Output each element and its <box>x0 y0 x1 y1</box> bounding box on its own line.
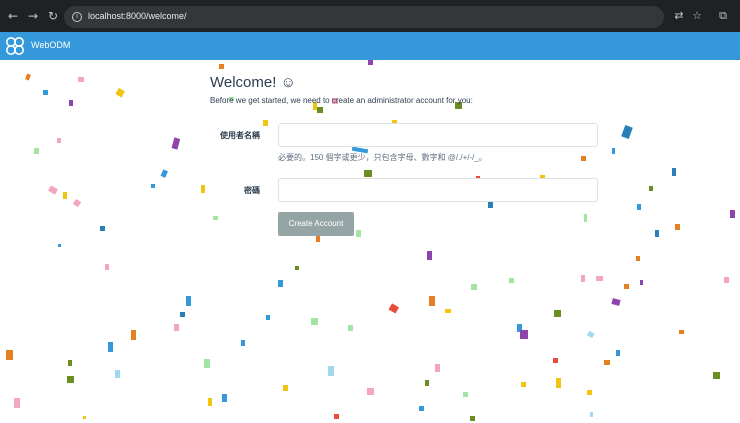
username-help-text: 必要的。150 個字或更少，只包含字母、數字和 @/./+/-/_。 <box>278 153 487 162</box>
username-label: 使用者名稱 <box>220 131 260 140</box>
password-field[interactable] <box>278 178 598 202</box>
bookmark-star-icon[interactable]: ☆ <box>690 9 704 23</box>
webodm-logo-icon[interactable] <box>5 36 25 56</box>
confetti-pieces <box>6 60 735 421</box>
address-bar[interactable]: i localhost:8000/welcome/ <box>64 6 664 28</box>
site-info-icon[interactable]: i <box>72 12 82 22</box>
reload-icon[interactable]: ↻ <box>46 9 60 23</box>
app-name[interactable]: WebODM <box>31 40 70 50</box>
extensions-icon[interactable]: ⧉ <box>716 9 730 23</box>
page-title: Welcome! ☺ <box>210 74 296 91</box>
app-navbar: WebODM <box>0 32 740 60</box>
password-label: 密碼 <box>244 186 260 195</box>
forward-icon[interactable]: → <box>26 9 40 23</box>
create-account-button[interactable]: Create Account <box>278 212 354 236</box>
username-field[interactable] <box>278 123 598 147</box>
intro-text: Before we get started, we need to create… <box>210 96 473 105</box>
confetti-decoration <box>6 60 735 421</box>
url-text: localhost:8000/welcome/ <box>88 11 187 21</box>
browser-toolbar: ← → ↻ i localhost:8000/welcome/ ⇄ ☆ ⧉ <box>0 0 740 32</box>
translate-icon[interactable]: ⇄ <box>672 9 686 23</box>
back-icon[interactable]: ← <box>6 9 20 23</box>
